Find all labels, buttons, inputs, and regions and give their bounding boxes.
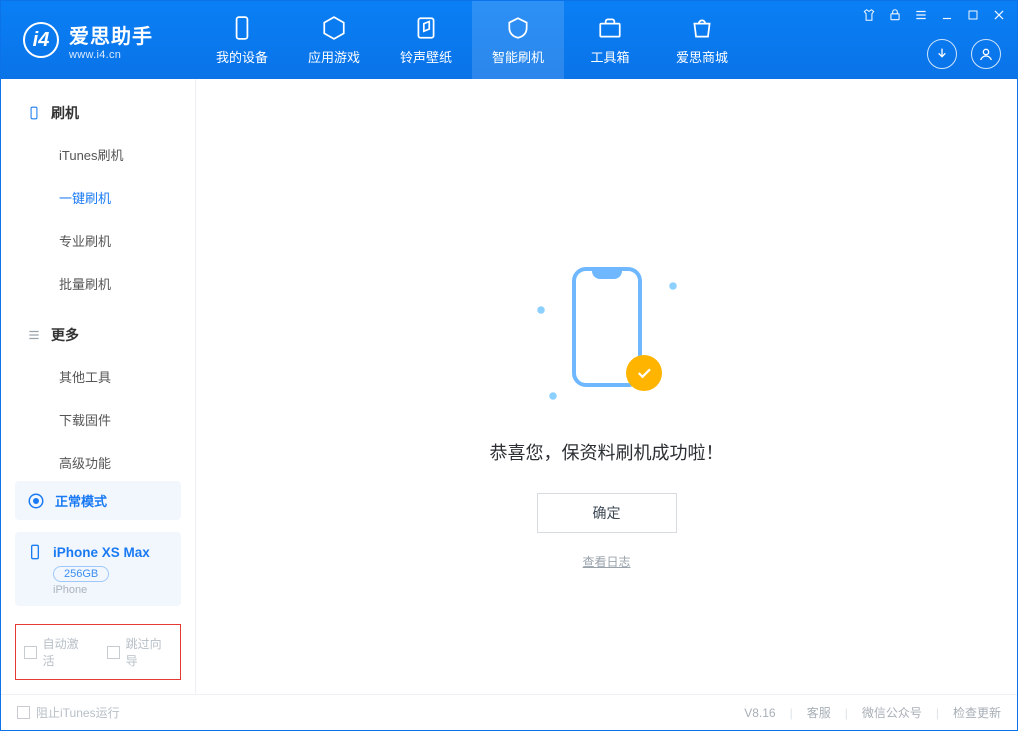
close-icon[interactable] xyxy=(991,7,1007,23)
tab-label: 智能刷机 xyxy=(492,47,544,66)
success-illustration xyxy=(532,259,682,409)
logo-area: i4 爱思助手 www.i4.cn xyxy=(1,1,196,79)
device-card[interactable]: iPhone XS Max 256GB iPhone xyxy=(15,532,181,606)
device-type: iPhone xyxy=(53,584,169,596)
separator: | xyxy=(936,706,939,720)
menu-icon[interactable] xyxy=(913,7,929,23)
main-content: 恭喜您，保资料刷机成功啦！ 确定 查看日志 xyxy=(196,79,1017,694)
check-badge-icon xyxy=(626,355,662,391)
body: 刷机 iTunes刷机 一键刷机 专业刷机 批量刷机 更多 其他工具 下载固件 … xyxy=(1,79,1017,694)
footer: 阻止iTunes运行 V8.16 | 客服 | 微信公众号 | 检查更新 xyxy=(1,694,1017,730)
tab-my-device[interactable]: 我的设备 xyxy=(196,1,288,79)
separator: | xyxy=(790,706,793,720)
sidebar-group-flash: 刷机 xyxy=(1,97,195,133)
list-icon xyxy=(27,328,41,342)
tab-label: 爱思商城 xyxy=(676,47,728,66)
footer-link-support[interactable]: 客服 xyxy=(807,704,831,721)
sidebar-group-more: 更多 xyxy=(1,319,195,355)
checkbox-label: 自动激活 xyxy=(43,635,89,669)
mode-card[interactable]: 正常模式 xyxy=(15,481,181,520)
footer-right: V8.16 | 客服 | 微信公众号 | 检查更新 xyxy=(744,704,1001,721)
spark-icon xyxy=(665,279,679,293)
tab-label: 工具箱 xyxy=(590,47,629,66)
device-icon xyxy=(27,544,43,560)
group-title: 刷机 xyxy=(51,103,79,123)
minimize-icon[interactable] xyxy=(939,7,955,23)
checkbox-label: 阻止iTunes运行 xyxy=(36,704,120,721)
device-name: iPhone XS Max xyxy=(53,545,150,560)
account-button[interactable] xyxy=(971,39,1001,69)
checkbox-label: 跳过向导 xyxy=(126,635,172,669)
mode-icon xyxy=(27,492,45,510)
window-controls xyxy=(861,7,1007,23)
shirt-icon[interactable] xyxy=(861,7,877,23)
app-name: 爱思助手 xyxy=(69,20,153,49)
sidebar-item-batch-flash[interactable]: 批量刷机 xyxy=(1,262,195,305)
success-message: 恭喜您，保资料刷机成功啦！ xyxy=(490,439,724,465)
sidebar-scroll: 刷机 iTunes刷机 一键刷机 专业刷机 批量刷机 更多 其他工具 下载固件 … xyxy=(1,79,195,473)
app-url: www.i4.cn xyxy=(69,49,153,61)
version-label: V8.16 xyxy=(744,706,775,720)
tab-ringtone-wallpaper[interactable]: 铃声壁纸 xyxy=(380,1,472,79)
header-right xyxy=(927,39,1001,69)
footer-link-update[interactable]: 检查更新 xyxy=(953,704,1001,721)
footer-link-wechat[interactable]: 微信公众号 xyxy=(862,704,922,721)
checkbox-box xyxy=(17,706,30,719)
sidebar: 刷机 iTunes刷机 一键刷机 专业刷机 批量刷机 更多 其他工具 下载固件 … xyxy=(1,79,196,694)
sidebar-item-pro-flash[interactable]: 专业刷机 xyxy=(1,219,195,262)
separator: | xyxy=(845,706,848,720)
sidebar-item-other-tools[interactable]: 其他工具 xyxy=(1,355,195,398)
tab-label: 铃声壁纸 xyxy=(400,47,452,66)
spark-icon xyxy=(545,389,559,403)
sidebar-item-onekey-flash[interactable]: 一键刷机 xyxy=(1,176,195,219)
tab-label: 我的设备 xyxy=(216,47,268,66)
maximize-icon[interactable] xyxy=(965,7,981,23)
options-highlight: 自动激活 跳过向导 xyxy=(15,624,181,680)
checkbox-block-itunes[interactable]: 阻止iTunes运行 xyxy=(17,704,120,721)
logo-text: 爱思助手 www.i4.cn xyxy=(69,20,153,61)
phone-icon xyxy=(27,106,41,120)
checkbox-box xyxy=(107,646,120,659)
app-window: i4 爱思助手 www.i4.cn 我的设备 应用游戏 铃声壁纸 智能刷机 xyxy=(0,0,1018,731)
sidebar-item-download-fw[interactable]: 下载固件 xyxy=(1,398,195,441)
tab-store[interactable]: 爱思商城 xyxy=(656,1,748,79)
spark-icon xyxy=(533,303,547,317)
tab-label: 应用游戏 xyxy=(308,47,360,66)
nav-tabs: 我的设备 应用游戏 铃声壁纸 智能刷机 工具箱 爱思商城 xyxy=(196,1,748,79)
mode-label: 正常模式 xyxy=(55,491,107,510)
checkbox-skip-guide[interactable]: 跳过向导 xyxy=(107,635,172,669)
sidebar-item-itunes-flash[interactable]: iTunes刷机 xyxy=(1,133,195,176)
tab-toolbox[interactable]: 工具箱 xyxy=(564,1,656,79)
sidebar-item-advanced[interactable]: 高级功能 xyxy=(1,441,195,473)
footer-left: 阻止iTunes运行 xyxy=(17,704,120,721)
logo-icon: i4 xyxy=(23,22,59,58)
view-log-link[interactable]: 查看日志 xyxy=(582,553,630,570)
download-button[interactable] xyxy=(927,39,957,69)
lock-icon[interactable] xyxy=(887,7,903,23)
ok-button[interactable]: 确定 xyxy=(537,493,677,533)
checkbox-box xyxy=(24,646,37,659)
device-capacity: 256GB xyxy=(53,566,109,582)
group-title: 更多 xyxy=(51,325,79,345)
tab-apps-games[interactable]: 应用游戏 xyxy=(288,1,380,79)
tab-smart-flash[interactable]: 智能刷机 xyxy=(472,1,564,79)
header: i4 爱思助手 www.i4.cn 我的设备 应用游戏 铃声壁纸 智能刷机 xyxy=(1,1,1017,79)
checkbox-auto-activate[interactable]: 自动激活 xyxy=(24,635,89,669)
